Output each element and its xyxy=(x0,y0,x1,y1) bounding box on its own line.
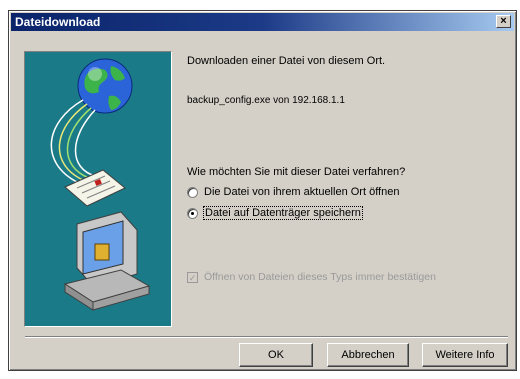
more-info-button[interactable]: Weitere Info xyxy=(422,343,508,367)
transfer-lines xyxy=(50,99,96,183)
always-confirm-label: Öffnen von Dateien dieses Typs immer bes… xyxy=(204,271,436,283)
download-illustration xyxy=(24,51,172,327)
download-dialog: Dateidownload × Downloaden einer Datei v… xyxy=(8,10,517,371)
option-save-label[interactable]: Datei auf Datenträger speichern xyxy=(203,206,363,220)
option-open-label[interactable]: Die Datei von ihrem aktuellen Ort öffnen xyxy=(204,186,399,198)
action-question: Wie möchten Sie mit dieser Datei verfahr… xyxy=(187,166,406,178)
close-button[interactable]: × xyxy=(496,15,511,28)
radio-open[interactable] xyxy=(187,186,198,198)
computer-icon xyxy=(63,211,151,311)
radio-save[interactable] xyxy=(187,207,198,219)
option-save-file[interactable]: Datei auf Datenträger speichern xyxy=(187,206,363,220)
file-info: backup_config.exe von 192.168.1.1 xyxy=(187,95,345,106)
separator xyxy=(25,336,508,338)
title-bar[interactable]: Dateidownload × xyxy=(11,13,514,31)
dialog-title: Dateidownload xyxy=(15,15,101,29)
cancel-button[interactable]: Abbrechen xyxy=(327,343,409,367)
close-icon: × xyxy=(500,15,507,27)
always-confirm-checkbox: ✓ xyxy=(187,271,198,283)
ok-button[interactable]: OK xyxy=(239,343,313,367)
option-open-file[interactable]: Die Datei von ihrem aktuellen Ort öffnen xyxy=(187,186,399,198)
illustration-graphic xyxy=(50,58,151,311)
download-message: Downloaden einer Datei von diesem Ort. xyxy=(187,55,386,67)
always-confirm-option: ✓ Öffnen von Dateien dieses Typs immer b… xyxy=(187,271,436,283)
